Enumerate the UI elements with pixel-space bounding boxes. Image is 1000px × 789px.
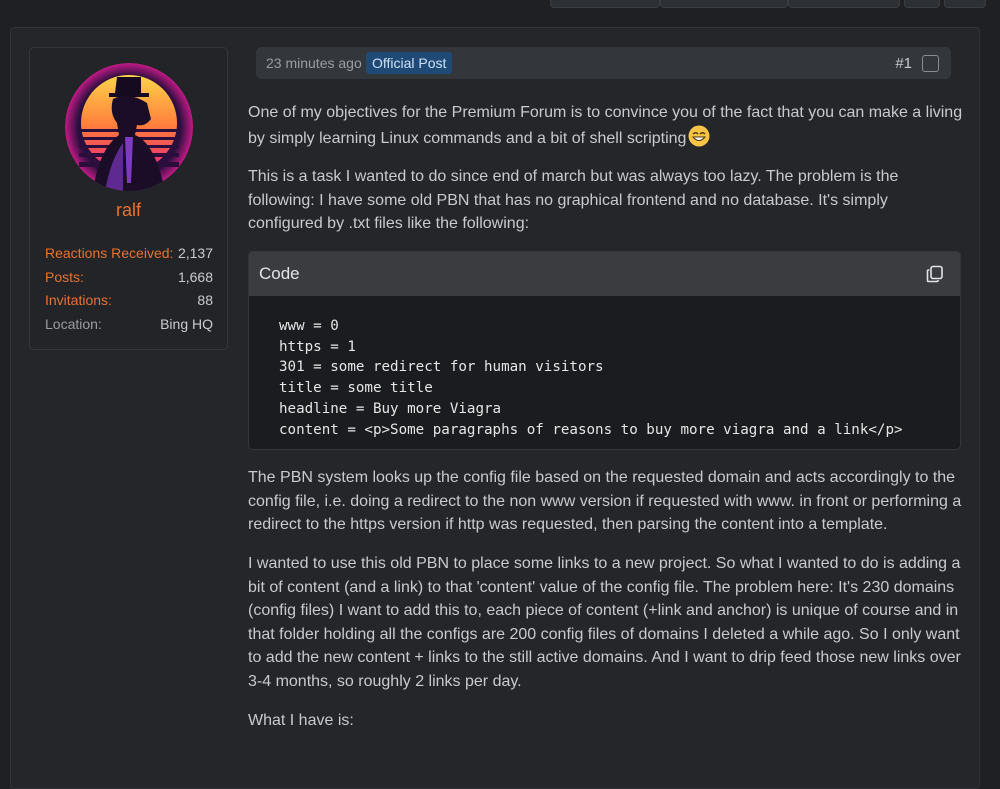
official-post-badge: Official Post xyxy=(366,52,453,74)
toolbar-button[interactable] xyxy=(550,0,660,8)
code-block: Code www = 0 https = 1 301 = some redirect… xyxy=(248,251,961,450)
post-paragraph: This is a task I wanted to do since end … xyxy=(248,168,899,232)
post-paragraph: What I have is: xyxy=(248,712,354,729)
toolbar-button[interactable] xyxy=(660,0,788,8)
stat-label[interactable]: Reactions Received: xyxy=(45,245,173,261)
toolbar-button[interactable] xyxy=(788,0,900,8)
code-line: www = 0 xyxy=(279,318,339,334)
code-content[interactable]: www = 0 https = 1 301 = some redirect for … xyxy=(279,316,903,440)
paragraph-text: One of my objectives for the Premium For… xyxy=(248,104,963,147)
avatar[interactable] xyxy=(65,63,193,191)
code-line: content = <p>Some paragraphs of reasons … xyxy=(279,421,903,438)
avatar-image xyxy=(65,63,193,191)
post-timestamp[interactable]: 23 minutes ago xyxy=(266,55,362,71)
post-paragraph: One of my objectives for the Premium For… xyxy=(248,101,963,150)
stat-value: 2,137 xyxy=(177,245,213,261)
code-line: https = 1 xyxy=(279,338,356,355)
top-toolbar xyxy=(0,0,1000,8)
stat-label: Location: xyxy=(45,316,102,332)
toolbar-button[interactable] xyxy=(944,0,986,8)
author-name[interactable]: ralf xyxy=(30,200,227,221)
code-block-title: Code xyxy=(259,264,300,283)
copy-icon[interactable] xyxy=(926,265,944,283)
post-paragraph: I wanted to use this old PBN to place so… xyxy=(248,555,961,690)
stat-label[interactable]: Invitations: xyxy=(45,292,112,308)
toolbar-button[interactable] xyxy=(904,0,940,8)
code-line: headline = Buy more Viagra xyxy=(279,400,502,417)
post-number[interactable]: #1 xyxy=(895,55,912,72)
stat-value: Bing HQ xyxy=(160,316,213,332)
code-line: 301 = some redirect for human visitors xyxy=(279,359,604,376)
stat-value: 1,668 xyxy=(177,269,213,285)
code-line: title = some title xyxy=(279,380,433,397)
stat-value: 88 xyxy=(197,292,213,308)
code-block-header: Code xyxy=(249,252,960,296)
author-card: ralf Reactions Received: 2,137 Posts: 1,… xyxy=(29,47,228,350)
post-header: 23 minutes ago Official Post #1 xyxy=(256,47,951,79)
post-paragraph: The PBN system looks up the config file … xyxy=(248,469,962,533)
stat-label[interactable]: Posts: xyxy=(45,269,84,285)
smiling-face-icon xyxy=(688,125,710,146)
select-post-checkbox[interactable] xyxy=(922,55,939,72)
